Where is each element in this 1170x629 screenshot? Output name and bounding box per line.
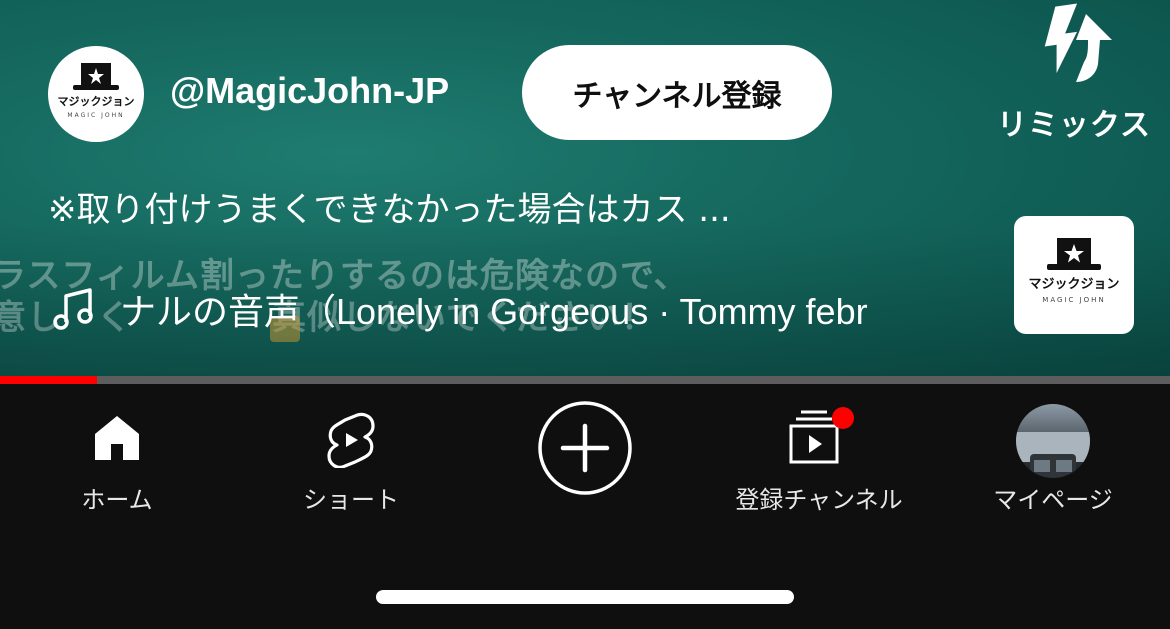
video-progress-bar[interactable] [0, 376, 1170, 384]
video-player[interactable]: ラスフィルム割ったりするのは危険なので、 意し く 真似しないでください！ マジ… [0, 0, 1170, 383]
nav-item-create[interactable] [468, 384, 702, 524]
bottom-navigation: ホーム ショート 登録チャンネル マイページ [0, 384, 1170, 564]
nav-label-home: ホーム [81, 486, 153, 514]
create-plus-icon [538, 401, 632, 495]
nav-label-shorts: ショート [303, 486, 399, 514]
home-icon [95, 416, 139, 460]
magic-hat-logo-icon: マジックジョン MAGIC JOHN [58, 63, 135, 119]
nav-item-shorts[interactable]: ショート [234, 384, 468, 524]
remix-icon[interactable] [1024, 0, 1120, 86]
profile-avatar [1016, 404, 1090, 478]
logo-sub-text: MAGIC JOHN [1042, 296, 1105, 304]
logo-name-text: マジックジョン [58, 95, 135, 108]
channel-handle[interactable]: @MagicJohn-JP [170, 70, 449, 112]
nav-label-subscriptions: 登録チャンネル [735, 486, 903, 514]
subscribe-button[interactable]: チャンネル登録 [522, 45, 832, 140]
shorts-icon [327, 412, 375, 468]
remix-label[interactable]: リミックス [986, 100, 1162, 144]
video-title[interactable]: ※取り付けうまくできなかった場合はカス ... [48, 182, 978, 231]
magic-hat-logo-icon: マジックジョン MAGIC JOHN [1028, 238, 1120, 304]
notification-dot [832, 407, 854, 429]
music-attribution[interactable]: ナルの音声（Lonely in Gorgeous · Tommy febr [52, 284, 868, 334]
logo-sub-text: MAGIC JOHN [67, 112, 124, 119]
nav-item-home[interactable]: ホーム [0, 384, 234, 524]
nav-item-my-page[interactable]: マイページ [936, 384, 1170, 524]
sound-source-thumbnail[interactable]: マジックジョン MAGIC JOHN [1014, 216, 1134, 334]
train-photo-icon [1016, 432, 1090, 478]
nav-label-my-page: マイページ [993, 486, 1113, 514]
logo-name-text: マジックジョン [1028, 277, 1119, 292]
subscriptions-icon [789, 407, 854, 464]
nav-item-subscriptions[interactable]: 登録チャンネル [702, 384, 936, 524]
music-note-icon [53, 288, 93, 330]
video-progress-fill [0, 376, 98, 384]
channel-avatar[interactable]: マジックジョン MAGIC JOHN [48, 46, 144, 142]
home-indicator[interactable] [376, 590, 794, 604]
music-text: ナルの音声（Lonely in Gorgeous · Tommy febr [120, 291, 868, 332]
